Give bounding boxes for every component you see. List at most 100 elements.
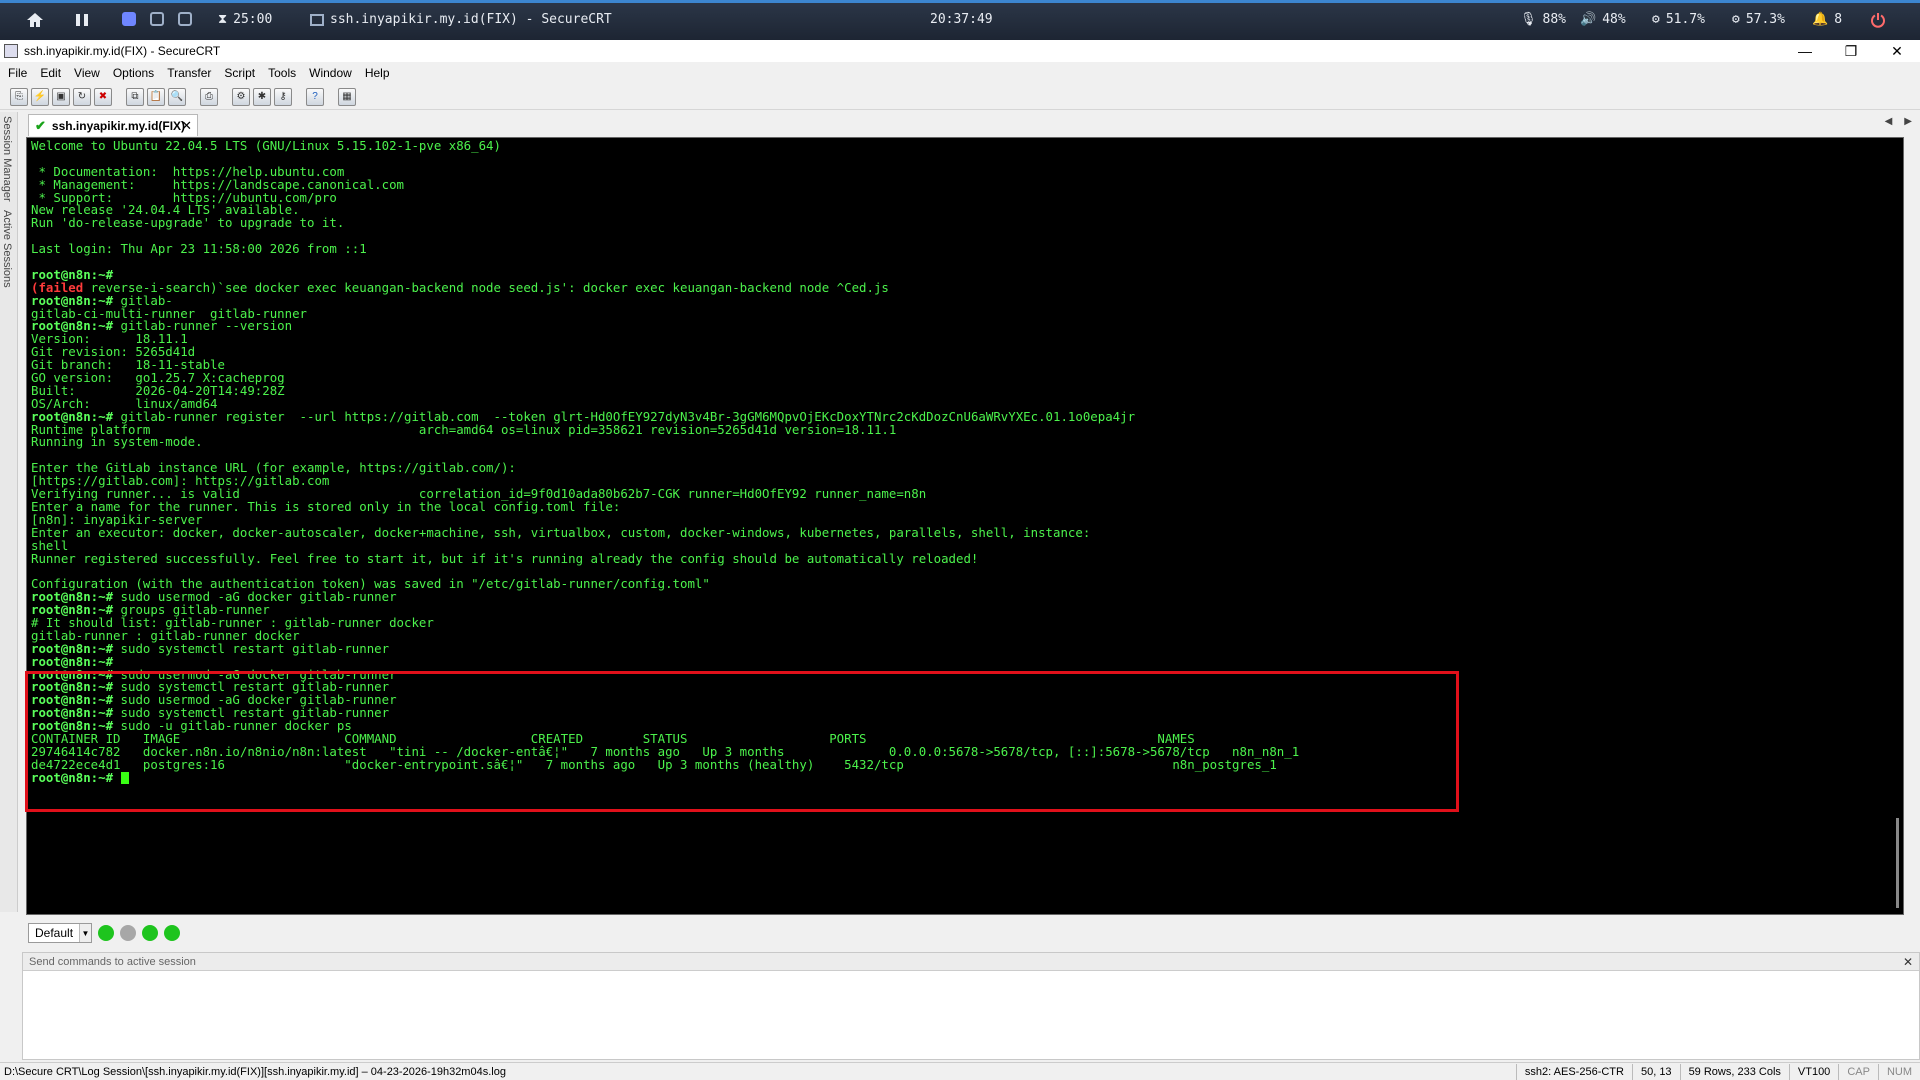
terminal-line: * Support: https://ubuntu.com/pro xyxy=(31,189,337,205)
close-button[interactable]: ✕ xyxy=(1874,40,1920,62)
terminal-view[interactable]: Welcome to Ubuntu 22.04.5 LTS (GNU/Linux… xyxy=(26,137,1904,915)
copy-icon[interactable]: ⧉ xyxy=(126,87,144,106)
bell-icon: 🔔 xyxy=(1812,12,1829,27)
home-icon[interactable] xyxy=(26,12,44,28)
system-top-bar: ⧗ 25:00 ssh.inyapikir.my.id(FIX) - Secur… xyxy=(0,0,1920,40)
terminal-line: # It should list: gitlab-runner : gitlab… xyxy=(31,614,434,630)
minimize-button[interactable]: — xyxy=(1782,40,1828,62)
menu-view[interactable]: View xyxy=(74,66,100,80)
menu-options[interactable]: Options xyxy=(113,66,154,80)
window-titlebar: ssh.inyapikir.my.id(FIX) - SecureCRT — ❐… xyxy=(0,40,1920,62)
key-icon[interactable]: ⚷ xyxy=(274,87,292,106)
terminal-line: de4722ece4d1 postgres:16 "docker-entrypo… xyxy=(31,756,1277,772)
session-manager-tab[interactable]: Session Manager xyxy=(0,112,14,206)
keymap-icon[interactable]: ▦ xyxy=(338,87,356,106)
quick-connect-icon[interactable]: ⚡ xyxy=(31,87,49,106)
find-icon[interactable]: 🔍 xyxy=(168,87,186,106)
clock: 20:37:49 xyxy=(930,12,993,27)
menu-edit[interactable]: Edit xyxy=(40,66,61,80)
active-sessions-tab[interactable]: Active Sessions xyxy=(0,206,14,292)
caps-lock: CAP xyxy=(1838,1063,1878,1080)
terminal-app-icon xyxy=(310,13,324,26)
status-dot-icon[interactable] xyxy=(164,925,180,941)
chevron-down-icon: ▼ xyxy=(79,924,91,942)
pomodoro-timer[interactable]: ⧗ 25:00 xyxy=(218,12,272,27)
terminal-line: root@n8n:~# xyxy=(31,771,1903,785)
terminal-line: Welcome to Ubuntu 22.04.5 LTS (GNU/Linux… xyxy=(31,138,501,153)
tab-scroll-left-icon[interactable]: ◀ xyxy=(1885,116,1893,127)
menu-script[interactable]: Script xyxy=(224,66,255,80)
scrollbar-thumb[interactable] xyxy=(1896,818,1899,908)
menu-tools[interactable]: Tools xyxy=(268,66,296,80)
active-window-title: ssh.inyapikir.my.id(FIX) - SecureCRT xyxy=(310,12,612,27)
menu-transfer[interactable]: Transfer xyxy=(167,66,211,80)
terminal-scrollbar[interactable] xyxy=(1889,138,1903,914)
reconnect-icon[interactable]: ↻ xyxy=(73,87,91,106)
status-dot-icon[interactable] xyxy=(120,925,136,941)
connect-icon[interactable]: ⎘ xyxy=(10,87,28,106)
global-options-icon[interactable]: ✱ xyxy=(253,87,271,106)
terminal-line: Git branch: 18-11-stable xyxy=(31,357,225,373)
button-bar: Default ▼ xyxy=(22,920,1920,946)
terminal-type: VT100 xyxy=(1788,1063,1838,1080)
command-window-header: Send commands to active session ✕ xyxy=(23,953,1919,971)
paste-icon[interactable]: 📋 xyxy=(147,87,165,106)
terminal-line: Running in system-mode. xyxy=(31,434,203,450)
connect-tab-icon[interactable]: ▣ xyxy=(52,87,70,106)
toolbar: ⎘ ⚡ ▣ ↻ ✖ ⧉ 📋 🔍 ⎙ ⚙ ✱ ⚷ ? ▦ xyxy=(0,84,1920,110)
menu-help[interactable]: Help xyxy=(365,66,390,80)
command-window[interactable]: Send commands to active session ✕ xyxy=(22,952,1920,1060)
session-tab-label: ssh.inyapikir.my.id(FIX) xyxy=(51,118,186,133)
button-bar-combo[interactable]: Default ▼ xyxy=(28,923,92,943)
menu-window[interactable]: Window xyxy=(309,66,352,80)
terminal-line: Enter a name for the runner. This is sto… xyxy=(31,498,621,514)
workspace-3-icon[interactable] xyxy=(178,12,192,26)
status-dot-icon[interactable] xyxy=(98,925,114,941)
num-lock: NUM xyxy=(1877,1063,1920,1080)
terminal-cursor xyxy=(120,771,129,784)
help-icon[interactable]: ? xyxy=(306,87,324,106)
window-title: ssh.inyapikir.my.id(FIX) - SecureCRT xyxy=(24,44,221,58)
terminal-line: root@n8n:~# sudo usermod -aG docker gitl… xyxy=(31,589,397,605)
memory-status[interactable]: ⚙ 57.3% xyxy=(1732,12,1785,27)
cpu-status[interactable]: ⚙ 51.7% xyxy=(1652,12,1705,27)
close-icon[interactable]: ✕ xyxy=(1903,955,1913,969)
status-bar: D:\Secure CRT\Log Session\[ssh.inyapikir… xyxy=(0,1062,1920,1080)
terminal-line: GO version: go1.25.7 X:cacheprog xyxy=(31,370,285,386)
terminal-line: Last login: Thu Apr 23 11:58:00 2026 fro… xyxy=(31,241,367,257)
terminal-line: Run 'do-release-upgrade' to upgrade to i… xyxy=(31,215,345,231)
workspace-2-icon[interactable] xyxy=(150,12,164,26)
microphone-icon: 🎙 xyxy=(1520,12,1537,27)
workspace-1-icon[interactable] xyxy=(122,12,136,26)
terminal-line: root@n8n:~# sudo systemctl restart gitla… xyxy=(31,640,390,656)
log-path: D:\Secure CRT\Log Session\[ssh.inyapikir… xyxy=(4,1065,506,1078)
menu-file[interactable]: File xyxy=(8,66,27,80)
pause-icon[interactable] xyxy=(74,12,90,28)
session-tab-bar: ✔ ssh.inyapikir.my.id(FIX) ✕ ◀ ▶ xyxy=(22,112,1920,137)
speaker-icon: 🔊 xyxy=(1580,12,1597,27)
terminal-line: Runner registered successfully. Feel fre… xyxy=(31,550,979,566)
maximize-button[interactable]: ❐ xyxy=(1828,40,1874,62)
volume-status[interactable]: 🔊 48% xyxy=(1580,12,1626,27)
terminal-line: Version: 18.11.1 xyxy=(31,331,188,347)
cursor-position: 50, 13 xyxy=(1631,1063,1680,1080)
terminal-line: root@n8n:~# gitlab-runner --version xyxy=(31,318,293,334)
hourglass-icon: ⧗ xyxy=(218,12,228,27)
cipher-status: ssh2: AES-256-CTR xyxy=(1515,1063,1632,1080)
status-dot-icon[interactable] xyxy=(142,925,158,941)
mic-status[interactable]: 🎙 88% xyxy=(1520,12,1566,27)
session-options-icon[interactable]: ⚙ xyxy=(232,87,250,106)
notifications[interactable]: 🔔 8 xyxy=(1812,12,1842,27)
close-tab-icon[interactable]: ✕ xyxy=(181,118,192,134)
terminal-output: Welcome to Ubuntu 22.04.5 LTS (GNU/Linux… xyxy=(27,138,1903,785)
tab-scroll-right-icon[interactable]: ▶ xyxy=(1904,116,1912,127)
terminal-line: gitlab-ci-multi-runner gitlab-runner xyxy=(31,305,308,321)
disconnect-icon[interactable]: ✖ xyxy=(94,87,112,106)
print-icon[interactable]: ⎙ xyxy=(200,87,218,106)
session-tab[interactable]: ✔ ssh.inyapikir.my.id(FIX) ✕ xyxy=(28,114,198,136)
terminal-line: (failed reverse-i-search)`see docker exe… xyxy=(31,279,889,295)
side-panel-tabs: Session Manager Active Sessions xyxy=(0,112,18,912)
terminal-line: Built: 2026-04-20T14:49:28Z xyxy=(31,382,285,398)
power-icon[interactable] xyxy=(1870,12,1886,28)
